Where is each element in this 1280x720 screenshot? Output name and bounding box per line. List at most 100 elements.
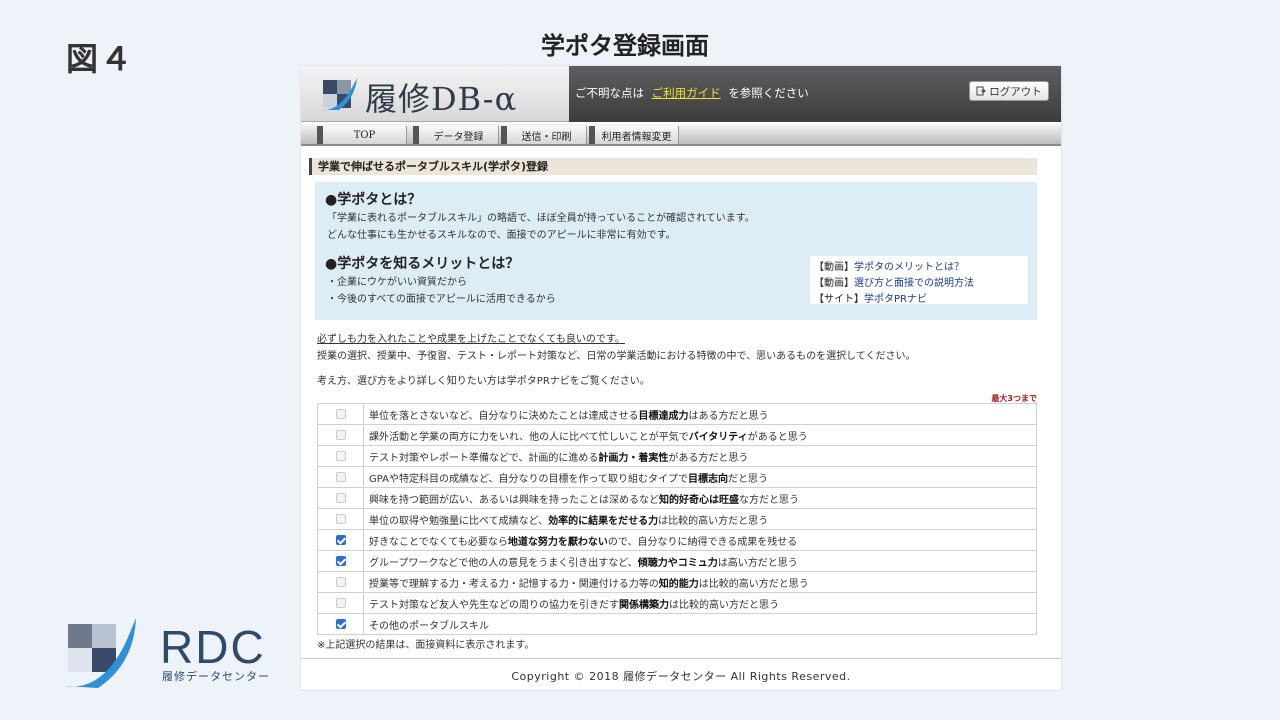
skill-label: 興味を持つ範囲が広い、あるいは興味を持ったことは深めるなど知的好奇心は旺盛な方だ… — [363, 487, 1037, 509]
skill-label: テスト対策やレポート準備などで、計画的に進める計画力・着実性がある方だと思う — [363, 445, 1037, 467]
skill-checkbox[interactable] — [335, 576, 346, 587]
app-logo-text: 履修DB-α — [365, 80, 518, 118]
skill-checkbox-cell — [317, 466, 364, 488]
skill-checkbox[interactable] — [335, 492, 346, 503]
nav-tab-data-entry[interactable]: データ登録 — [413, 126, 499, 144]
skill-label-text: は比較的高い方だと思う — [658, 515, 769, 527]
resource-link-text[interactable]: 選び方と面接での説明方法 — [854, 278, 974, 289]
rdc-mark-icon — [64, 618, 136, 688]
skill-checkbox[interactable] — [335, 618, 346, 629]
skill-label-text: その他のポータブルスキル — [369, 620, 489, 632]
skill-label-text: 興味を持つ範囲が広い、あるいは興味を持ったことは深めるなど — [369, 494, 659, 506]
resource-link-merit[interactable]: 【動画】学ポタのメリットとは？ — [814, 258, 964, 273]
footer-divider — [301, 658, 1061, 659]
resource-tag: 【動画】 — [814, 262, 854, 273]
note-underlined: 必ずしも力を入れたことや成果を上げたことでなくても良いのです。 — [317, 334, 625, 345]
door-icon — [976, 86, 986, 96]
resource-link-text[interactable]: 学ポタPRナビ — [864, 294, 927, 305]
resource-tag: 【サイト】 — [814, 294, 864, 305]
skill-label: テスト対策など友人や先生などの周りの協力を引きだす関係構築力は比較的高い方だと思… — [363, 592, 1037, 614]
resource-links: 【動画】学ポタのメリットとは？ 【動画】選び方と面接での説明方法 【サイト】学ポ… — [810, 256, 1028, 305]
skill-row: グループワークなどで他の人の意見をうまく引き出すなど、傾聴力やコミュ力は高い方だ… — [317, 550, 1037, 572]
skill-checkbox[interactable] — [335, 450, 346, 461]
skill-keyword: 計画力・着実性 — [598, 452, 669, 464]
guide-link[interactable]: ご利用ガイド — [652, 86, 721, 100]
skill-label-text: はある方だと思う — [688, 410, 769, 422]
nav-tab-user-info[interactable]: 利用者情報変更 — [589, 126, 679, 144]
skill-label-text: だと思う — [727, 473, 768, 485]
skill-keyword: 目標達成力 — [638, 410, 689, 422]
info-box: ●学ポタとは？ 「学業に表れるポータブルスキル」の略語で、ほぼ全員が持っているこ… — [315, 182, 1037, 320]
skill-label-text: は比較的高い方だと思う — [669, 599, 779, 611]
guide-text: 考え方、選び方をより詳しく知りたい方は学ポタPRナビをご覧ください。 — [317, 376, 650, 387]
skill-label-text: 授業等で理解する力・考える力・記憶する力・関連付ける力等の — [369, 578, 659, 590]
skill-checkbox[interactable] — [335, 555, 346, 566]
info-text-3: ・企業にウケがいい資質だから — [327, 277, 467, 288]
skill-keyword: 目標志向 — [687, 473, 728, 485]
skill-checkbox[interactable] — [335, 513, 346, 524]
footnote: ※上記選択の結果は、面接資料に表示されます。 — [317, 640, 535, 651]
skill-checkbox-cell — [317, 508, 364, 530]
skill-checkbox-cell — [317, 592, 364, 614]
skill-label: 課外活動と学業の両方に力をいれ、他の人に比べて忙しいことが平気でバイタリティがあ… — [363, 424, 1037, 446]
skill-label-text: がある方だと思う — [668, 452, 749, 464]
skill-checkbox-cell — [317, 550, 364, 572]
rdc-logo: RDC 履修データセンター — [62, 616, 272, 696]
nav-tab-top[interactable]: TOP — [317, 126, 407, 144]
skill-checkbox-cell — [317, 445, 364, 467]
skill-checkbox[interactable] — [335, 408, 346, 419]
skill-row: 授業等で理解する力・考える力・記憶する力・関連付ける力等の知的能力は比較的高い方… — [317, 571, 1037, 593]
skill-label: グループワークなどで他の人の意見をうまく引き出すなど、傾聴力やコミュ力は高い方だ… — [363, 550, 1037, 572]
logout-button[interactable]: ログアウト — [969, 81, 1049, 101]
skill-checkbox-cell — [317, 487, 364, 509]
resource-link-text[interactable]: 学ポタのメリットとは？ — [854, 262, 964, 273]
skill-label-text: グループワークなどで他の人の意見をうまく引き出すなど、 — [369, 557, 638, 569]
rdc-subtitle: 履修データセンター — [162, 670, 270, 683]
header-message: ご不明な点は ご利用ガイド を参照ください — [575, 85, 809, 101]
app-screen: 履修DB-α ご不明な点は ご利用ガイド を参照ください ログアウト TOP デ… — [301, 66, 1061, 690]
header-bar: ご不明な点は ご利用ガイド を参照ください ログアウト — [569, 66, 1061, 122]
info-heading-merit: ●学ポタを知るメリットとは？ — [325, 256, 520, 272]
info-text-1: 「学業に表れるポータブルスキル」の略語で、ほぼ全員が持っていることが確認されてい… — [327, 213, 755, 224]
slide-title: 学ポタ登録画面 — [541, 32, 709, 60]
skill-label: 授業等で理解する力・考える力・記憶する力・関連付ける力等の知的能力は比較的高い方… — [363, 571, 1037, 593]
skill-row: 単位を落とさないなど、自分なりに決めたことは達成させる目標達成力はある方だと思う — [317, 403, 1037, 425]
skill-label-text: があると思う — [747, 431, 808, 443]
skill-label-text: ので、自分なりに納得できる成果を残せる — [607, 536, 798, 548]
skill-checkbox-cell — [317, 403, 364, 425]
skill-label-text: GPAや特定科目の成績など、自分なりの目標を作って取り組むタイプで — [369, 473, 688, 485]
skill-keyword: 地道な努力を厭わない — [507, 536, 608, 548]
skill-row: その他のポータブルスキル — [317, 613, 1037, 635]
skill-keyword: 知的好奇心は旺盛 — [659, 494, 739, 506]
app-header: 履修DB-α ご不明な点は ご利用ガイド を参照ください ログアウト — [301, 66, 1061, 122]
resource-tag: 【動画】 — [814, 278, 854, 289]
instruction-text: 授業の選択、授業中、予復習、テスト・レポート対策など、日常の学業活動における特徴… — [317, 351, 916, 362]
skill-checkbox[interactable] — [335, 534, 346, 545]
skill-row: 興味を持つ範囲が広い、あるいは興味を持ったことは深めるなど知的好奇心は旺盛な方だ… — [317, 487, 1037, 509]
header-msg-post: を参照ください — [728, 86, 809, 100]
skill-label-text: 単位を落とさないなど、自分なりに決めたことは達成させる — [369, 410, 639, 422]
skill-checkbox[interactable] — [335, 597, 346, 608]
nav-tab-send-print[interactable]: 送信・印刷 — [501, 126, 587, 144]
resource-link-site[interactable]: 【サイト】学ポタPRナビ — [814, 290, 927, 305]
skill-checkbox-cell — [317, 613, 364, 635]
skill-row: テスト対策やレポート準備などで、計画的に進める計画力・着実性がある方だと思う — [317, 445, 1037, 467]
skill-checkbox[interactable] — [335, 471, 346, 482]
info-text-4: ・今後のすべての面接でアピールに活用できるから — [327, 294, 556, 305]
resource-link-howto[interactable]: 【動画】選び方と面接での説明方法 — [814, 274, 974, 289]
info-text-2: どんな仕事にも生かせるスキルなので、面接でのアピールに非常に有効です。 — [327, 230, 676, 241]
skill-label: 好きなことでなくても必要なら地道な努力を厭わないので、自分なりに納得できる成果を… — [363, 529, 1037, 551]
rdc-wordmark: RDC — [160, 621, 266, 673]
skill-row: 課外活動と学業の両方に力をいれ、他の人に比べて忙しいことが平気でバイタリティがあ… — [317, 424, 1037, 446]
skill-label-text: 課外活動と学業の両方に力をいれ、他の人に比べて忙しいことが平気で — [369, 431, 689, 443]
skill-label-text: 好きなことでなくても必要なら — [369, 536, 508, 548]
skill-label-text: 単位の取得や勉強量に比べて成績など、 — [369, 515, 549, 527]
skill-label: GPAや特定科目の成績など、自分なりの目標を作って取り組むタイプで目標志向だと思… — [363, 466, 1037, 488]
skill-checkbox-cell — [317, 424, 364, 446]
skill-label-text: テスト対策やレポート準備などで、計画的に進める — [369, 452, 599, 464]
skill-row: 単位の取得や勉強量に比べて成績など、効率的に結果をだせる力は比較的高い方だと思う — [317, 508, 1037, 530]
skill-checkbox[interactable] — [335, 429, 346, 440]
skill-keyword: 傾聴力やコミュ力 — [637, 557, 718, 569]
skill-keyword: 知的能力 — [658, 578, 699, 590]
info-heading-what: ●学ポタとは？ — [325, 192, 422, 208]
